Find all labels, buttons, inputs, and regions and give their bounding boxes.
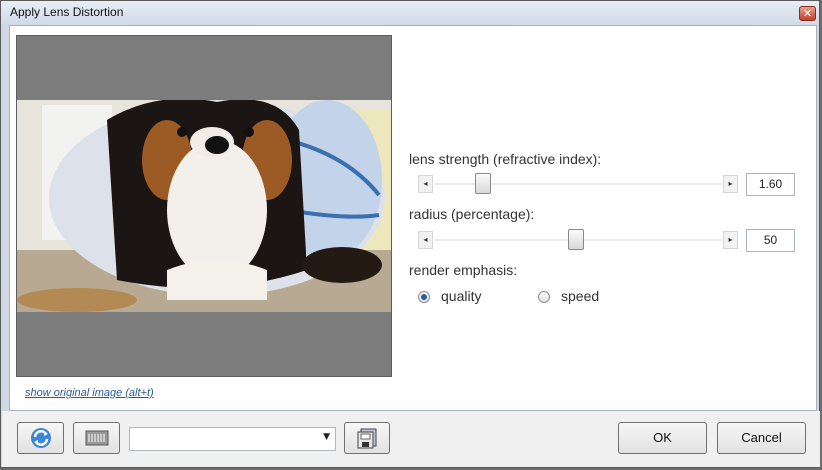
quality-radio-label[interactable]: quality (441, 288, 481, 304)
refresh-icon (30, 428, 51, 448)
cancel-button[interactable]: Cancel (717, 422, 806, 454)
increase-arrow-icon[interactable]: ▸ (723, 231, 738, 249)
decrease-arrow-icon[interactable]: ◂ (418, 175, 433, 193)
lens-strength-input[interactable]: 1.60 (746, 173, 795, 196)
preview-mode-icon (85, 430, 108, 446)
preset-combo[interactable]: ▼ (129, 427, 336, 451)
preview-mode-button[interactable] (73, 422, 120, 454)
ok-button[interactable]: OK (618, 422, 707, 454)
slider-thumb[interactable] (475, 173, 491, 194)
save-preset-button[interactable] (344, 422, 390, 454)
window-title: Apply Lens Distortion (10, 5, 124, 19)
preview-image (17, 100, 391, 312)
render-emphasis-label: render emphasis: (409, 262, 518, 278)
title-bar: Apply Lens Distortion ✕ (1, 1, 819, 25)
lens-strength-slider[interactable]: ◂ ▸ (418, 173, 738, 195)
slider-thumb[interactable] (568, 229, 584, 250)
save-preset-icon (357, 428, 377, 449)
speed-radio[interactable] (538, 291, 550, 303)
radius-label: radius (percentage): (409, 206, 535, 222)
preview-panel (16, 35, 392, 377)
speed-radio-label[interactable]: speed (561, 288, 599, 304)
radius-slider[interactable]: ◂ ▸ (418, 229, 738, 251)
close-button[interactable]: ✕ (799, 6, 816, 21)
dialog-window: Apply Lens Distortion ✕ show original im… (0, 0, 820, 468)
radius-input[interactable]: 50 (746, 229, 795, 252)
lens-strength-label: lens strength (refractive index): (409, 151, 602, 167)
chevron-down-icon: ▼ (323, 432, 330, 442)
show-original-link[interactable]: show original image (alt+t) (25, 387, 154, 399)
quality-radio[interactable] (418, 291, 430, 303)
decrease-arrow-icon[interactable]: ◂ (418, 231, 433, 249)
refresh-button[interactable] (17, 422, 64, 454)
increase-arrow-icon[interactable]: ▸ (723, 175, 738, 193)
